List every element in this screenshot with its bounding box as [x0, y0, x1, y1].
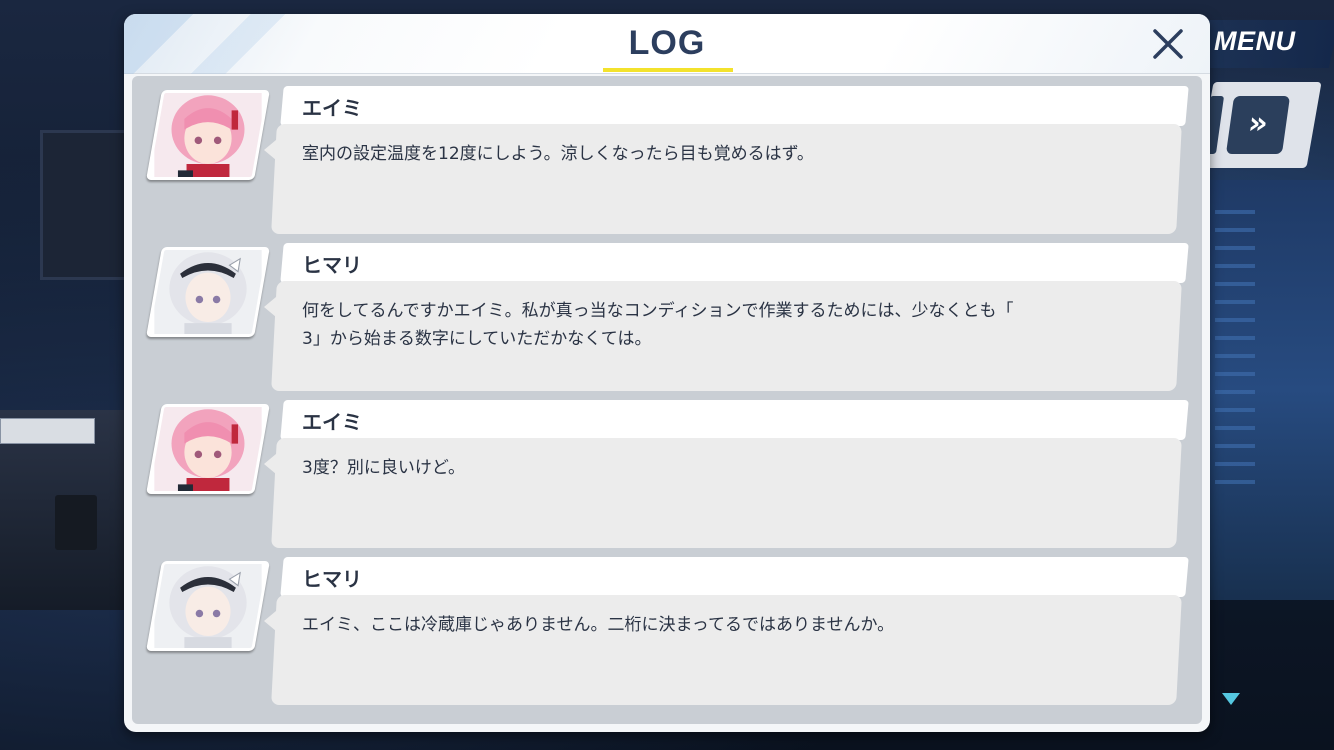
- eimi-portrait: [146, 90, 270, 180]
- message-line: 室内の設定温度を12度にしよう。涼しくなったら目も覚めるはず。: [302, 144, 814, 164]
- log-entry: エイミ 3度？別に良いけど。: [132, 396, 1202, 548]
- speaker-bar: [280, 243, 1189, 283]
- speaker-name: エイミ: [302, 96, 362, 120]
- message-text: 3度？別に良いけど。: [302, 454, 1062, 482]
- speaker-bar: [280, 557, 1189, 597]
- scroll-down-arrow-icon[interactable]: [1222, 693, 1240, 705]
- message-line: 3」から始まる数字にしていただかなくては。: [302, 329, 652, 349]
- double-chevron-right-icon: »: [1246, 106, 1271, 141]
- message-line: エイミ、ここは冷蔵庫じゃありません。二桁に決まってるではありませんか。: [302, 615, 895, 635]
- log-header: LOG: [124, 14, 1210, 74]
- log-list[interactable]: エイミ 室内の設定温度を12度にしよう。涼しくなったら目も覚めるはず。 ヒマリ …: [132, 76, 1202, 724]
- close-button[interactable]: [1146, 22, 1190, 66]
- background-mug: [55, 495, 97, 550]
- close-icon: [1153, 29, 1183, 59]
- himari-portrait: [146, 561, 270, 651]
- title-underline: [603, 68, 733, 72]
- message-text: 室内の設定温度を12度にしよう。涼しくなったら目も覚めるはず。: [302, 140, 1062, 168]
- fast-forward-button[interactable]: »: [1225, 96, 1291, 154]
- message-text: 何をしてるんですかエイミ。私が真っ当なコンディションで作業するためには、少なくと…: [302, 297, 1062, 353]
- background-binder: [0, 418, 95, 444]
- speaker-bar: [280, 86, 1189, 126]
- message-line: 3度？別に良いけど。: [302, 458, 465, 478]
- eimi-portrait: [146, 404, 270, 494]
- himari-portrait: [146, 247, 270, 337]
- background-screen: [1205, 180, 1334, 600]
- message-text: エイミ、ここは冷蔵庫じゃありません。二桁に決まってるではありませんか。: [302, 611, 1062, 639]
- log-entry: ヒマリ 何をしてるんですかエイミ。私が真っ当なコンディションで作業するためには、…: [132, 239, 1202, 391]
- log-entry: エイミ 室内の設定温度を12度にしよう。涼しくなったら目も覚めるはず。: [132, 82, 1202, 234]
- message-line: 何をしてるんですかエイミ。私が真っ当なコンディションで作業するためには、少なくと…: [302, 301, 1014, 321]
- log-panel: LOG エイミ 室内の設定温度を12度にしよう。涼しくなったら目も覚めるはず。 …: [124, 14, 1210, 732]
- speaker-name: ヒマリ: [302, 253, 362, 277]
- speaker-name: ヒマリ: [302, 567, 362, 591]
- speaker-bar: [280, 400, 1189, 440]
- background-monitor: [40, 130, 130, 280]
- log-title: LOG: [628, 24, 706, 62]
- log-entry: ヒマリ エイミ、ここは冷蔵庫じゃありません。二桁に決まってるではありませんか。: [132, 553, 1202, 705]
- menu-label: MENU: [1214, 26, 1296, 56]
- speaker-name: エイミ: [302, 410, 362, 434]
